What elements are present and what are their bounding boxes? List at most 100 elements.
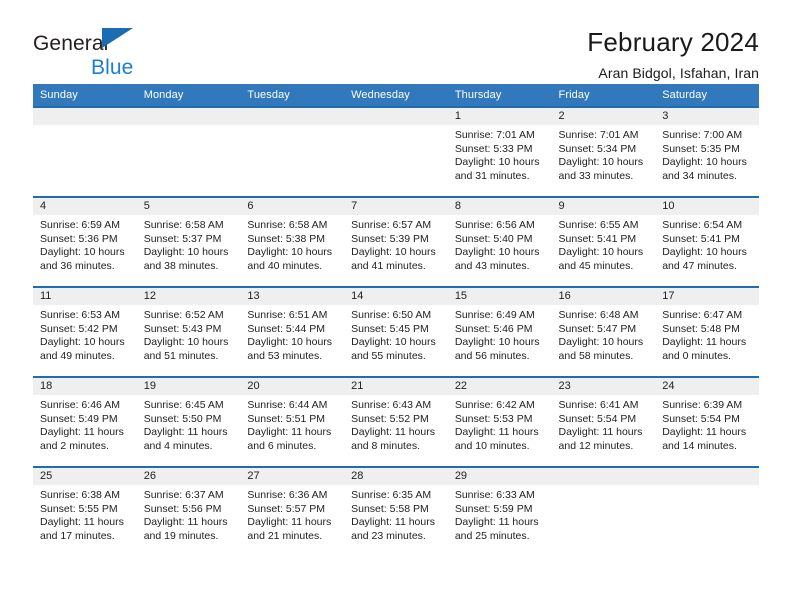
day-cell-details: Sunrise: 6:39 AM Sunset: 5:54 PM Daylight:… xyxy=(655,395,759,453)
calendar-day-cell[interactable]: 2 Sunrise: 7:01 AM Sunset: 5:34 PM Daylight… xyxy=(551,106,656,197)
calendar-day-cell-empty xyxy=(655,466,759,557)
day-cell-inner xyxy=(33,108,137,196)
sunrise-time: Sunrise: 6:35 AM xyxy=(351,489,432,501)
calendar-day-cell[interactable]: 15 Sunrise: 6:49 AM Sunset: 5:46 PM Dayligh… xyxy=(447,286,552,377)
day-number xyxy=(551,468,656,485)
sunset-time: Sunset: 5:52 PM xyxy=(351,412,429,425)
calendar-day-cell[interactable]: 23 Sunrise: 6:41 AM Sunset: 5:54 PM Dayligh… xyxy=(551,376,656,467)
calendar-day-cell[interactable]: 14 Sunrise: 6:50 AM Sunset: 5:45 PM Dayligh… xyxy=(344,286,448,377)
sunset-time: Sunset: 5:47 PM xyxy=(558,322,637,335)
day-cell-details: Sunrise: 6:50 AM Sunset: 5:45 PM Daylight:… xyxy=(344,305,448,363)
brand-name-general: General xyxy=(33,32,109,55)
day-cell-inner: 21 Sunrise: 6:43 AM Sunset: 5:52 PM Dayligh… xyxy=(344,378,448,466)
calendar-day-cell[interactable]: 12 Sunrise: 6:52 AM Sunset: 5:43 PM Dayligh… xyxy=(136,286,241,377)
calendar-day-cell[interactable]: 25 Sunrise: 6:38 AM Sunset: 5:55 PM Dayligh… xyxy=(33,466,137,557)
page-header: General Blue February 2024 Aran Bidgol, … xyxy=(33,0,759,81)
day-cell-inner: 17 Sunrise: 6:47 AM Sunset: 5:48 PM Dayligh… xyxy=(655,288,759,376)
sunrise-time: Sunrise: 6:55 AM xyxy=(558,219,639,231)
calendar-day-cell[interactable]: 3 Sunrise: 7:00 AM Sunset: 5:35 PM Daylight… xyxy=(655,106,759,197)
sunset-time: Sunset: 5:40 PM xyxy=(454,232,533,245)
day-cell-details: Sunrise: 7:01 AM Sunset: 5:33 PM Daylight:… xyxy=(448,125,552,183)
calendar-day-cell[interactable]: 18 Sunrise: 6:46 AM Sunset: 5:49 PM Dayligh… xyxy=(33,376,137,467)
calendar-day-cell[interactable]: 22 Sunrise: 6:42 AM Sunset: 5:53 PM Dayligh… xyxy=(447,376,552,467)
daylight-duration-line2: and 41 minutes. xyxy=(351,259,426,272)
sunrise-time: Sunrise: 6:54 AM xyxy=(662,219,743,231)
day-cell-details: Sunrise: 6:35 AM Sunset: 5:58 PM Daylight:… xyxy=(344,485,448,543)
day-number: 18 xyxy=(33,378,137,395)
day-number: 12 xyxy=(136,288,241,305)
daylight-duration-line2: and 49 minutes. xyxy=(40,349,115,362)
calendar-day-cell[interactable]: 28 Sunrise: 6:35 AM Sunset: 5:58 PM Dayligh… xyxy=(344,466,448,557)
daylight-duration-line2: and 40 minutes. xyxy=(247,259,323,272)
brand-name-blue: Blue xyxy=(91,56,134,79)
calendar-day-cell[interactable]: 24 Sunrise: 6:39 AM Sunset: 5:54 PM Dayligh… xyxy=(655,376,759,467)
day-cell-inner: 3 Sunrise: 7:00 AM Sunset: 5:35 PM Daylight… xyxy=(655,108,759,196)
calendar-week-row: 1 Sunrise: 7:01 AM Sunset: 5:33 PM Daylight… xyxy=(33,106,759,197)
daylight-duration-line1: Daylight: 10 hours xyxy=(40,246,125,259)
day-cell-details: Sunrise: 6:41 AM Sunset: 5:54 PM Daylight:… xyxy=(552,395,656,453)
calendar-day-cell[interactable]: 9 Sunrise: 6:55 AM Sunset: 5:41 PM Daylight… xyxy=(551,196,656,287)
calendar-day-cell-empty xyxy=(33,106,137,197)
calendar-day-cell[interactable]: 20 Sunrise: 6:44 AM Sunset: 5:51 PM Dayligh… xyxy=(240,376,345,467)
calendar-day-cell[interactable]: 11 Sunrise: 6:53 AM Sunset: 5:42 PM Dayligh… xyxy=(33,286,137,377)
sunset-time: Sunset: 5:50 PM xyxy=(143,412,222,425)
weekday-header-tuesday: Tuesday xyxy=(240,84,345,107)
calendar-day-cell[interactable]: 19 Sunrise: 6:45 AM Sunset: 5:50 PM Dayligh… xyxy=(136,376,241,467)
day-number: 4 xyxy=(33,198,137,215)
calendar-day-cell[interactable]: 8 Sunrise: 6:56 AM Sunset: 5:40 PM Daylight… xyxy=(447,196,552,287)
daylight-duration-line1: Daylight: 11 hours xyxy=(247,516,332,529)
calendar-day-cell[interactable]: 17 Sunrise: 6:47 AM Sunset: 5:48 PM Dayligh… xyxy=(655,286,759,377)
weekday-header-saturday: Saturday xyxy=(655,84,759,107)
calendar-day-cell[interactable]: 5 Sunrise: 6:58 AM Sunset: 5:37 PM Daylight… xyxy=(136,196,241,287)
sunset-time: Sunset: 5:33 PM xyxy=(454,142,533,155)
daylight-duration-line2: and 25 minutes. xyxy=(454,529,530,542)
day-cell-details: Sunrise: 6:57 AM Sunset: 5:39 PM Daylight:… xyxy=(344,215,448,273)
day-cell-inner xyxy=(551,468,656,556)
daylight-duration-line2: and 12 minutes. xyxy=(558,439,634,452)
daylight-duration-line2: and 38 minutes. xyxy=(143,259,219,272)
day-cell-details: Sunrise: 6:47 AM Sunset: 5:48 PM Daylight:… xyxy=(655,305,759,363)
sunrise-time: Sunrise: 6:50 AM xyxy=(351,309,432,321)
sunset-time: Sunset: 5:53 PM xyxy=(454,412,533,425)
sunrise-time: Sunrise: 6:37 AM xyxy=(143,489,224,501)
day-number: 24 xyxy=(655,378,759,395)
sunrise-time: Sunrise: 6:45 AM xyxy=(143,399,224,411)
daylight-duration-line1: Daylight: 11 hours xyxy=(454,516,539,529)
day-cell-inner: 16 Sunrise: 6:48 AM Sunset: 5:47 PM Dayligh… xyxy=(551,288,656,376)
day-number: 5 xyxy=(136,198,241,215)
day-number: 9 xyxy=(551,198,656,215)
calendar-day-cell[interactable]: 10 Sunrise: 6:54 AM Sunset: 5:41 PM Dayligh… xyxy=(655,196,759,287)
calendar-day-cell[interactable]: 21 Sunrise: 6:43 AM Sunset: 5:52 PM Dayligh… xyxy=(344,376,448,467)
calendar-day-cell[interactable]: 26 Sunrise: 6:37 AM Sunset: 5:56 PM Dayligh… xyxy=(136,466,241,557)
sunrise-time: Sunrise: 7:00 AM xyxy=(662,129,743,141)
brand-logo[interactable]: General Blue xyxy=(33,27,233,78)
day-cell-inner xyxy=(240,108,345,196)
day-cell-inner: 1 Sunrise: 7:01 AM Sunset: 5:33 PM Daylight… xyxy=(447,108,552,196)
calendar-page: General Blue February 2024 Aran Bidgol, … xyxy=(0,0,792,612)
sunrise-time: Sunrise: 6:39 AM xyxy=(662,399,743,411)
calendar-day-cell[interactable]: 7 Sunrise: 6:57 AM Sunset: 5:39 PM Daylight… xyxy=(344,196,448,287)
calendar-day-cell[interactable]: 6 Sunrise: 6:58 AM Sunset: 5:38 PM Daylight… xyxy=(240,196,345,287)
daylight-duration-line2: and 43 minutes. xyxy=(454,259,530,272)
day-cell-inner: 2 Sunrise: 7:01 AM Sunset: 5:34 PM Daylight… xyxy=(551,108,656,196)
day-cell-details: Sunrise: 6:59 AM Sunset: 5:36 PM Daylight:… xyxy=(33,215,137,273)
day-number: 14 xyxy=(344,288,448,305)
day-number: 22 xyxy=(447,378,552,395)
daylight-duration-line2: and 55 minutes. xyxy=(351,349,426,362)
calendar-day-cell[interactable]: 13 Sunrise: 6:51 AM Sunset: 5:44 PM Dayligh… xyxy=(240,286,345,377)
daylight-duration-line2: and 53 minutes. xyxy=(247,349,323,362)
day-cell-inner: 27 Sunrise: 6:36 AM Sunset: 5:57 PM Dayligh… xyxy=(240,468,345,556)
sunrise-time: Sunrise: 6:43 AM xyxy=(351,399,432,411)
calendar-day-cell[interactable]: 16 Sunrise: 6:48 AM Sunset: 5:47 PM Dayligh… xyxy=(551,286,656,377)
calendar-day-cell[interactable]: 29 Sunrise: 6:33 AM Sunset: 5:59 PM Dayligh… xyxy=(447,466,552,557)
daylight-duration-line1: Daylight: 10 hours xyxy=(454,156,540,169)
sunset-time: Sunset: 5:56 PM xyxy=(143,502,222,515)
day-cell-details: Sunrise: 6:36 AM Sunset: 5:57 PM Daylight:… xyxy=(240,485,344,543)
daylight-duration-line1: Daylight: 11 hours xyxy=(247,426,332,439)
calendar-day-cell[interactable]: 1 Sunrise: 7:01 AM Sunset: 5:33 PM Daylight… xyxy=(447,106,552,197)
day-cell-inner: 25 Sunrise: 6:38 AM Sunset: 5:55 PM Dayligh… xyxy=(33,468,137,556)
calendar-day-cell[interactable]: 27 Sunrise: 6:36 AM Sunset: 5:57 PM Dayligh… xyxy=(240,466,345,557)
calendar-day-cell[interactable]: 4 Sunrise: 6:59 AM Sunset: 5:36 PM Daylight… xyxy=(33,196,137,287)
weekday-header-wednesday: Wednesday xyxy=(344,84,448,107)
day-cell-inner: 18 Sunrise: 6:46 AM Sunset: 5:49 PM Dayligh… xyxy=(33,378,137,466)
